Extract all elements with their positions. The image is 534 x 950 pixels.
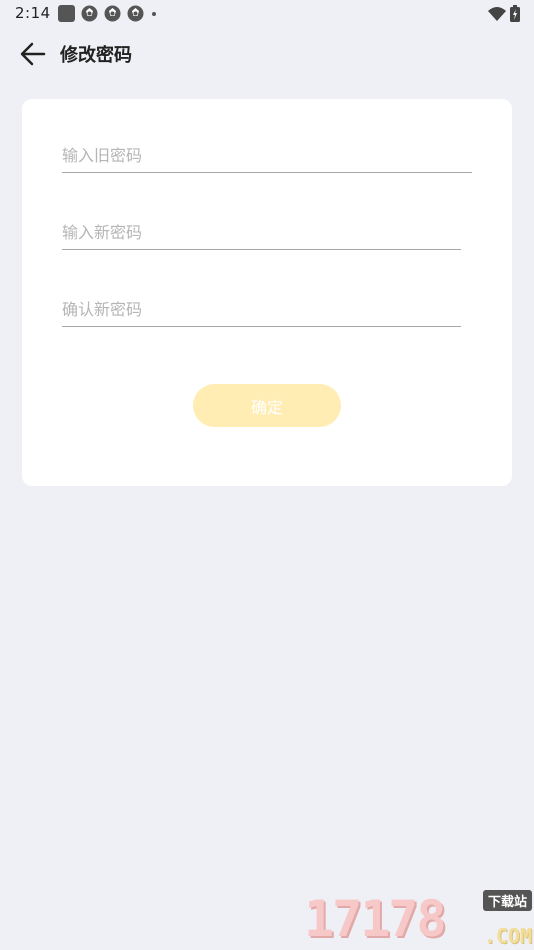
old-password-field bbox=[62, 140, 472, 173]
new-password-field bbox=[62, 217, 461, 250]
old-password-input[interactable] bbox=[62, 140, 472, 170]
confirm-button[interactable]: 确定 bbox=[193, 384, 341, 427]
status-time: 2:14 bbox=[15, 4, 51, 22]
watermark-badge: 下载站 bbox=[482, 890, 532, 911]
status-system-icons bbox=[488, 5, 520, 22]
new-password-input[interactable] bbox=[62, 217, 461, 247]
status-notification-icons bbox=[58, 5, 158, 22]
watermark-number: 17178 bbox=[304, 890, 447, 948]
app-bar: 修改密码 bbox=[0, 30, 534, 78]
notification-dot-icon bbox=[152, 12, 156, 16]
aperture-icon bbox=[104, 5, 121, 22]
arrow-left-icon[interactable] bbox=[18, 39, 48, 69]
battery-charging-icon bbox=[510, 5, 520, 22]
app-square-icon bbox=[58, 5, 75, 22]
confirm-password-input[interactable] bbox=[62, 294, 461, 324]
confirm-password-field bbox=[62, 294, 461, 327]
watermark-suffix: .COM bbox=[483, 924, 532, 948]
password-form-card: 确定 bbox=[22, 99, 512, 486]
site-watermark: 17178 下载站 .COM bbox=[304, 888, 534, 950]
aperture-icon bbox=[81, 5, 98, 22]
status-bar: 2:14 bbox=[0, 0, 534, 28]
wifi-icon bbox=[488, 6, 506, 21]
aperture-icon bbox=[127, 5, 144, 22]
page-title: 修改密码 bbox=[60, 45, 132, 66]
